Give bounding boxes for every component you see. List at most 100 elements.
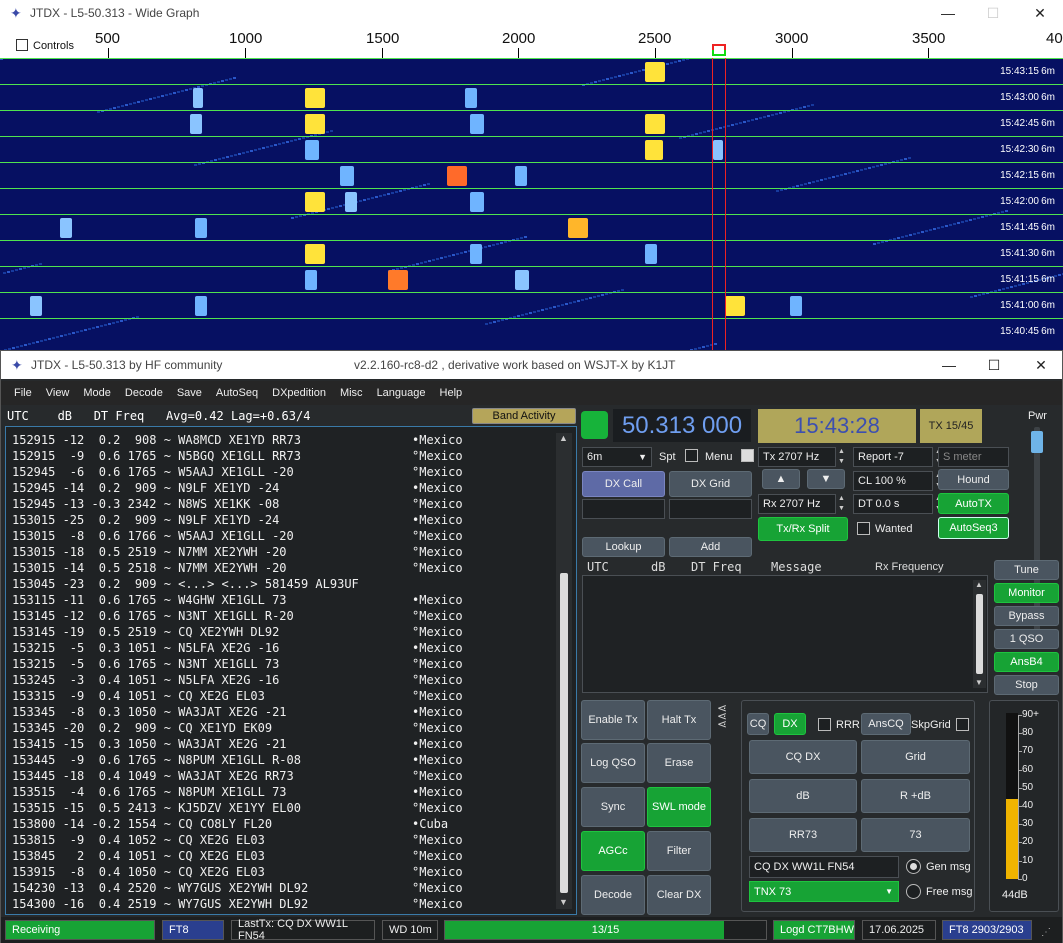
menu-view[interactable]: View bbox=[46, 387, 70, 399]
minimize-icon[interactable]: — bbox=[926, 351, 972, 379]
sync-button[interactable]: Sync bbox=[581, 787, 645, 827]
band-activity-row[interactable]: 153115 -11 0.6 1765 ~ W4GHW XE1GLL 73 bbox=[12, 593, 287, 609]
clear-dx-button[interactable]: Clear DX bbox=[647, 875, 711, 915]
tx-freq-spinner[interactable]: ▲ ▼ bbox=[838, 447, 848, 467]
band-select[interactable]: 6m ▼ bbox=[582, 447, 652, 467]
rx-freq-spinner[interactable]: ▲ ▼ bbox=[838, 494, 848, 514]
band-activity-row[interactable]: 152945 -6 0.6 1765 ~ W5AAJ XE1GLL -20 bbox=[12, 465, 294, 481]
rx-frequency-field[interactable]: Rx 2707 Hz bbox=[758, 494, 836, 514]
menu-decode[interactable]: Decode bbox=[125, 387, 163, 399]
cq-dx-msg-button[interactable]: CQ DX bbox=[749, 740, 857, 774]
erase-button[interactable]: Erase bbox=[647, 743, 711, 783]
autoseq-button[interactable]: AutoSeq3 bbox=[938, 517, 1009, 539]
lookup-button[interactable]: Lookup bbox=[582, 537, 665, 557]
free-msg-select[interactable]: TNX 73 ▼ bbox=[749, 881, 899, 902]
band-activity-button[interactable]: Band Activity bbox=[472, 408, 576, 424]
stop-button[interactable]: Stop bbox=[994, 675, 1059, 695]
dx-grid-button[interactable]: DX Grid bbox=[669, 471, 752, 497]
band-activity-row[interactable]: 153445 -9 0.6 1765 ~ N8PUM XE1GLL R-08 bbox=[12, 753, 301, 769]
agcc-button[interactable]: AGCc bbox=[581, 831, 645, 871]
r-db-msg-button[interactable]: R +dB bbox=[861, 779, 970, 813]
spt-checkbox[interactable] bbox=[685, 449, 698, 462]
band-activity-row[interactable]: 153445 -18 0.4 1049 ~ WA3JAT XE2G RR73 bbox=[12, 769, 294, 785]
bypass-button[interactable]: Bypass bbox=[994, 606, 1059, 626]
wanted-checkbox[interactable] bbox=[857, 522, 870, 535]
close-icon[interactable]: ✕ bbox=[1018, 351, 1063, 379]
frequency-scale[interactable]: Controls 500 1000 1500 2000 2500 3000 35… bbox=[0, 26, 1063, 58]
band-activity-row[interactable]: 153915 -8 0.4 1050 ~ CQ XE2G EL03 bbox=[12, 865, 265, 881]
band-activity-row[interactable]: 152915 -9 0.6 1765 ~ N5BGQ XE1GLL RR73 bbox=[12, 449, 301, 465]
anscq-button[interactable]: AnsCQ bbox=[861, 713, 911, 735]
rx-scrollbar[interactable]: ▲ ▼ bbox=[973, 580, 986, 688]
dt-field[interactable]: DT 0.0 s bbox=[853, 494, 933, 514]
menu-help[interactable]: Help bbox=[440, 387, 463, 399]
band-activity-row[interactable]: 153015 -25 0.2 909 ~ N9LF XE1YD -24 bbox=[12, 513, 279, 529]
band-activity-row[interactable]: 153815 -9 0.4 1052 ~ CQ XE2G EL03 bbox=[12, 833, 265, 849]
band-activity-row[interactable]: 153215 -5 0.3 1051 ~ N5LFA XE2G -16 bbox=[12, 641, 279, 657]
dx-grid-input[interactable] bbox=[669, 499, 752, 519]
band-activity-row[interactable]: 153215 -5 0.6 1765 ~ N3NT XE1GLL 73 bbox=[12, 657, 279, 673]
maximize-icon[interactable]: ☐ bbox=[971, 351, 1017, 379]
tx-rx-split-button[interactable]: Tx/Rx Split bbox=[758, 517, 848, 541]
band-activity-row[interactable]: 153415 -15 0.3 1050 ~ WA3JAT XE2G -21 bbox=[12, 737, 287, 753]
maximize-icon[interactable]: ☐ bbox=[970, 0, 1016, 26]
waterfall[interactable]: 15:43:15 6m 15:43:00 6m 15:42:45 6m 15:42:30 6m… bbox=[0, 58, 1063, 350]
scroll-up-icon[interactable]: ▲ bbox=[975, 580, 983, 589]
power-slider-handle[interactable] bbox=[1031, 431, 1043, 453]
menu-misc[interactable]: Misc bbox=[340, 387, 363, 399]
swap-arrows-icon[interactable]: ⋖ ⋖ ⋖ bbox=[717, 702, 727, 730]
dx-call-input[interactable] bbox=[582, 499, 665, 519]
menu-file[interactable]: File bbox=[14, 387, 32, 399]
gen-msg-field[interactable]: CQ DX WW1L FN54 bbox=[749, 856, 899, 878]
skpgrid-checkbox[interactable] bbox=[956, 718, 969, 731]
report-field[interactable]: Report -7 bbox=[853, 447, 933, 467]
band-activity-row[interactable]: 153315 -9 0.4 1051 ~ CQ XE2G EL03 bbox=[12, 689, 265, 705]
filter-button[interactable]: Filter bbox=[647, 831, 711, 871]
hound-button[interactable]: Hound bbox=[938, 469, 1009, 490]
menu-mode[interactable]: Mode bbox=[83, 387, 111, 399]
band-activity-row[interactable]: 153015 -18 0.5 2519 ~ N7MM XE2YWH -20 bbox=[12, 545, 287, 561]
band-activity-row[interactable]: 154300 -16 0.4 2519 ~ WY7GUS XE2YWH DL92 bbox=[12, 897, 308, 913]
dx-call-button[interactable]: DX Call bbox=[582, 471, 665, 497]
halt-tx-button[interactable]: Halt Tx bbox=[647, 700, 711, 740]
band-activity-row[interactable]: 153045 -23 0.2 909 ~ <...> <...> 581459 … bbox=[12, 577, 359, 593]
add-button[interactable]: Add bbox=[669, 537, 752, 557]
band-activity-row[interactable]: 152945 -13 -0.3 2342 ~ N8WS XE1KK -08 bbox=[12, 497, 279, 513]
decode-button[interactable]: Decode bbox=[581, 875, 645, 915]
db-msg-button[interactable]: dB bbox=[749, 779, 857, 813]
log-qso-button[interactable]: Log QSO bbox=[581, 743, 645, 783]
rr73-msg-button[interactable]: RR73 bbox=[749, 818, 857, 852]
menu-save[interactable]: Save bbox=[177, 387, 202, 399]
autotx-button[interactable]: AutoTX bbox=[938, 493, 1009, 514]
band-activity-row[interactable]: 153245 -3 0.4 1051 ~ N5LFA XE2G -16 bbox=[12, 673, 279, 689]
controls-checkbox[interactable] bbox=[16, 39, 28, 51]
band-activity-row[interactable]: 152945 -14 0.2 909 ~ N9LF XE1YD -24 bbox=[12, 481, 279, 497]
band-activity-row[interactable]: 153015 -8 0.6 1766 ~ W5AAJ XE1GLL -20 bbox=[12, 529, 294, 545]
band-activity-row[interactable]: 153800 -14 -0.2 1554 ~ CQ CO8LY FL20 bbox=[12, 817, 272, 833]
swl-mode-button[interactable]: SWL mode bbox=[647, 787, 711, 827]
band-activity-row[interactable]: 153145 -19 0.5 2519 ~ CQ XE2YWH DL92 bbox=[12, 625, 279, 641]
band-activity-row[interactable]: 152915 -12 0.2 908 ~ WA8MCD XE1YD RR73 bbox=[12, 433, 301, 449]
cq-button[interactable]: CQ bbox=[747, 713, 769, 735]
scroll-down-icon[interactable]: ▼ bbox=[975, 678, 983, 687]
cl-field[interactable]: CL 100 % bbox=[853, 471, 933, 491]
tx-freq-down-button[interactable]: ▼ bbox=[807, 469, 845, 489]
tune-button[interactable]: Tune bbox=[994, 560, 1059, 580]
band-activity-row[interactable]: 153515 -15 0.5 2413 ~ KJ5DZV XE1YY EL00 bbox=[12, 801, 301, 817]
tx-frequency-field[interactable]: Tx 2707 Hz bbox=[758, 447, 836, 467]
band-activity-row[interactable]: 153515 -4 0.6 1765 ~ N8PUM XE1GLL 73 bbox=[12, 785, 287, 801]
scroll-thumb[interactable] bbox=[976, 594, 983, 674]
menu-language[interactable]: Language bbox=[377, 387, 426, 399]
close-icon[interactable]: ✕ bbox=[1017, 0, 1063, 26]
band-activity-row[interactable]: 154230 -13 0.4 2520 ~ WY7GUS XE2YWH DL92 bbox=[12, 881, 308, 897]
scroll-up-icon[interactable]: ▲ bbox=[559, 433, 568, 443]
scroll-down-icon[interactable]: ▼ bbox=[559, 897, 568, 907]
free-msg-radio[interactable] bbox=[906, 884, 921, 899]
grid-msg-button[interactable]: Grid bbox=[861, 740, 970, 774]
band-activity-row[interactable]: 153845 2 0.4 1051 ~ CQ XE2G EL03 bbox=[12, 849, 265, 865]
tx-period-button[interactable]: TX 15/45 bbox=[920, 409, 982, 443]
tx-freq-up-button[interactable]: ▲ bbox=[762, 469, 800, 489]
enable-tx-button[interactable]: Enable Tx bbox=[581, 700, 645, 740]
scroll-thumb[interactable] bbox=[560, 573, 568, 893]
band-scrollbar[interactable]: ▲ ▼ bbox=[556, 433, 572, 909]
